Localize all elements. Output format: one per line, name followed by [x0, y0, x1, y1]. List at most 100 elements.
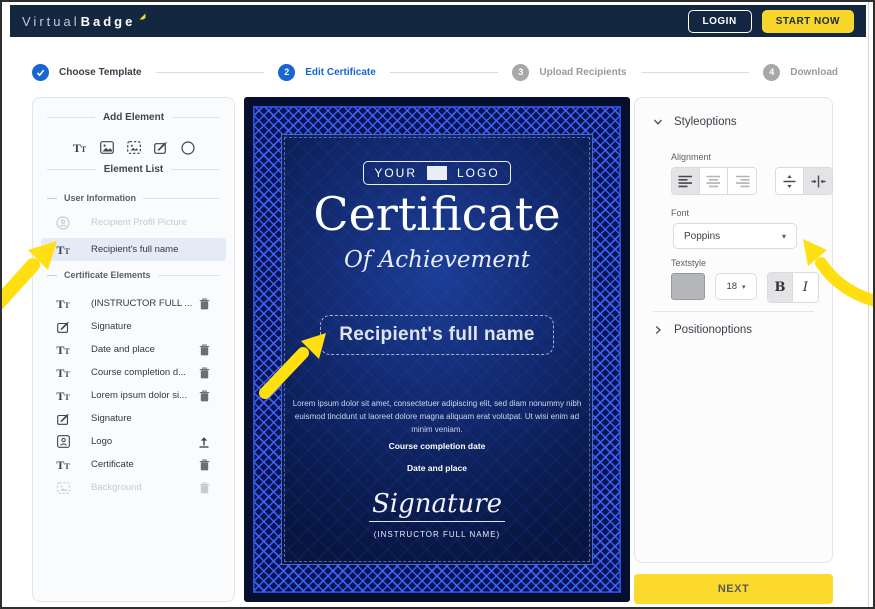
certificate-logo-placeholder[interactable]: YOUR LOGO [244, 161, 630, 185]
align-right-button[interactable] [728, 168, 756, 194]
logo-text-badge: Badge [81, 14, 136, 29]
step1-check-icon [32, 64, 49, 81]
step-download[interactable]: 4 Download [763, 64, 838, 81]
list-item-label: Logo [91, 436, 112, 447]
list-item-lorem-ipsum[interactable]: TT Lorem ipsum dolor si... [41, 384, 226, 407]
list-item-label: Lorem ipsum dolor si... [91, 390, 187, 401]
horizontal-center-button[interactable] [804, 168, 832, 194]
trash-icon[interactable] [199, 344, 210, 356]
list-item-label: (INSTRUCTOR FULL ... [91, 298, 192, 309]
bold-button[interactable]: B [768, 273, 793, 302]
trash-icon[interactable] [199, 298, 210, 310]
add-frame-icon[interactable] [126, 140, 141, 155]
date-and-place-text[interactable]: Date and place [244, 463, 630, 473]
add-text-icon[interactable]: TT [72, 140, 87, 155]
textstyle-label: Textstyle [671, 258, 706, 268]
trash-icon[interactable] [199, 459, 210, 471]
text-icon: TT [55, 342, 71, 358]
font-select[interactable]: Poppins ▾ [673, 223, 797, 249]
align-right-icon [735, 175, 750, 188]
logo-placeholder-logo: LOGO [447, 166, 510, 180]
signature-icon [55, 321, 71, 333]
list-item-logo[interactable]: Logo [41, 430, 226, 453]
element-list-header: Element List [47, 164, 220, 175]
add-circle-icon[interactable] [180, 140, 195, 155]
text-icon: TT [55, 457, 71, 473]
position-options-toggle[interactable]: Positionoptions [653, 324, 752, 336]
certificate-elements-header: Certificate Elements [47, 270, 220, 280]
user-information-header: User Information [47, 193, 220, 203]
certificate-elements-title: Certificate Elements [64, 270, 151, 280]
add-image-icon[interactable] [99, 140, 114, 155]
list-item-label: Signature [91, 321, 132, 332]
certificate-subtitle-text[interactable]: Of Achievement [244, 247, 630, 273]
text-icon: TT [55, 365, 71, 381]
user-information-title: User Information [64, 193, 136, 203]
panel-divider [653, 311, 814, 312]
logo-placeholder-your: YOUR [364, 166, 427, 180]
step4-number: 4 [763, 64, 780, 81]
position-options-title: Positionoptions [674, 324, 752, 336]
add-element-header: Add Element [47, 112, 220, 123]
align-left-button[interactable] [672, 168, 700, 194]
align-center-button[interactable] [700, 168, 728, 194]
list-item-instructor-full-name[interactable]: TT (INSTRUCTOR FULL ... [41, 292, 226, 315]
italic-button[interactable]: I [793, 273, 818, 302]
list-item-label: Signature [91, 413, 132, 424]
style-options-panel: Styleoptions Alignment Font Poppins [634, 97, 833, 563]
add-signature-icon[interactable] [153, 140, 168, 155]
caret-down-icon: ▾ [742, 283, 746, 291]
list-item-label: Background [91, 482, 142, 493]
top-navbar: VirtualBadge LOGIN START NOW [10, 5, 866, 37]
list-item-date-and-place[interactable]: TT Date and place [41, 338, 226, 361]
course-completion-date-text[interactable]: Course completion date [244, 441, 630, 451]
instructor-name-text[interactable]: (INSTRUCTOR FULL NAME) [244, 530, 630, 539]
signature-rule [369, 521, 505, 522]
font-size-select[interactable]: 18 ▾ [715, 273, 757, 300]
vertical-center-button[interactable] [776, 168, 804, 194]
upload-icon[interactable] [198, 436, 210, 448]
horizontal-center-icon [811, 174, 826, 189]
start-now-button[interactable]: START NOW [762, 10, 854, 33]
stepper-connector [641, 72, 750, 73]
avatar-icon [55, 216, 71, 230]
trash-icon[interactable] [199, 390, 210, 402]
step4-label: Download [790, 67, 838, 78]
signature-element[interactable]: Signature [244, 491, 630, 522]
style-options-toggle[interactable]: Styleoptions [653, 116, 737, 128]
step1-label: Choose Template [59, 67, 142, 78]
step-choose-template[interactable]: Choose Template [32, 64, 142, 81]
certificate-title-text[interactable]: Certificate [244, 191, 630, 237]
text-color-swatch[interactable] [671, 273, 705, 300]
certificate-canvas[interactable]: YOUR LOGO Certificate Of Achievement Rec… [244, 97, 630, 602]
logo-text-virtual: Virtual [22, 14, 80, 29]
list-item-label: Date and place [91, 344, 155, 355]
logo-image-icon [55, 435, 71, 448]
login-button[interactable]: LOGIN [688, 10, 752, 33]
virtualbadge-logo[interactable]: VirtualBadge [22, 14, 147, 29]
center-align-group [775, 167, 833, 195]
stepper-connector [390, 72, 499, 73]
list-item-signature-2[interactable]: Signature [41, 407, 226, 430]
recipient-placeholder-text: Recipient's full name [339, 324, 535, 345]
list-item-label: Certificate [91, 459, 134, 470]
logo-arrow-icon [138, 12, 147, 21]
step-upload-recipients[interactable]: 3 Upload Recipients [512, 64, 626, 81]
recipient-name-element[interactable]: Recipient's full name [244, 315, 630, 355]
trash-icon-disabled [199, 482, 210, 494]
trash-icon[interactable] [199, 367, 210, 379]
logo-placeholder-divider [427, 166, 447, 180]
list-item-signature-1[interactable]: Signature [41, 315, 226, 338]
list-item-background: Background [41, 476, 226, 499]
step3-number: 3 [512, 64, 529, 81]
certificate-body-text[interactable]: Lorem ipsum dolor sit amet, consectetuer… [287, 398, 587, 436]
alignment-label: Alignment [671, 152, 711, 162]
add-element-toolbar: TT [33, 140, 234, 155]
list-item-course-completion-date[interactable]: TT Course completion d... [41, 361, 226, 384]
text-icon: TT [55, 296, 71, 312]
list-item-certificate[interactable]: TT Certificate [41, 453, 226, 476]
list-item-recipients-full-name[interactable]: TT Recipient's full name [41, 238, 226, 261]
page-edge-divider [868, 2, 869, 609]
next-button[interactable]: NEXT [634, 574, 833, 604]
step-edit-certificate[interactable]: 2 Edit Certificate [278, 64, 376, 81]
